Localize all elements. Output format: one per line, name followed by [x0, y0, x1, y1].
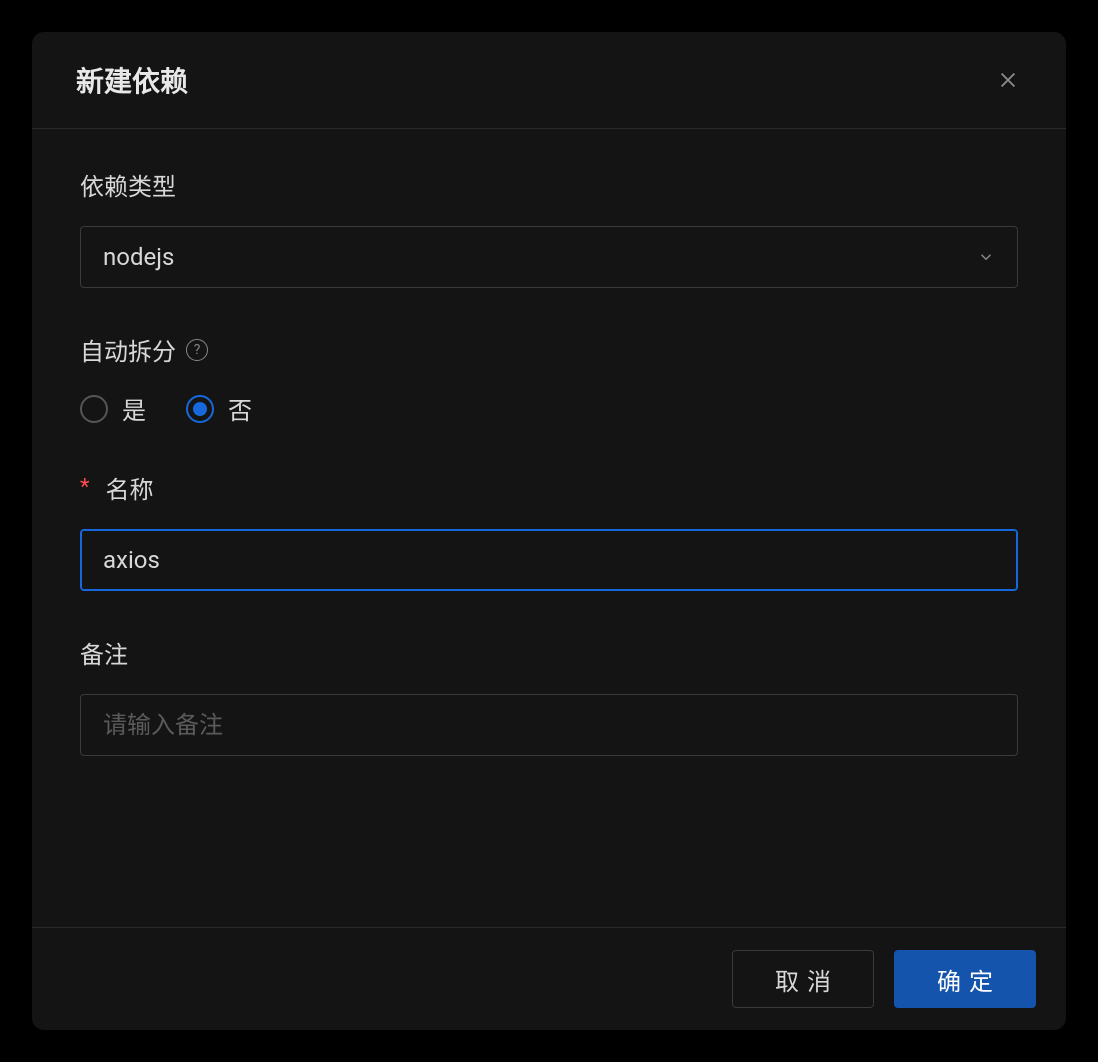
close-button[interactable]: [994, 66, 1022, 94]
field-remark: 备注: [80, 635, 1018, 756]
auto-split-label-text: 自动拆分: [80, 332, 176, 367]
auto-split-label: 自动拆分 ?: [80, 332, 1018, 367]
required-asterisk: *: [80, 475, 89, 500]
name-label: * 名称: [80, 470, 1018, 505]
remark-label: 备注: [80, 635, 1018, 670]
dependency-type-value: nodejs: [103, 243, 174, 271]
radio-no-label: 否: [228, 391, 252, 426]
dialog-footer: 取消 确定: [32, 927, 1066, 1030]
dependency-type-select[interactable]: nodejs: [80, 226, 1018, 288]
dialog-body: 依赖类型 nodejs 自动拆分 ? 是: [32, 129, 1066, 927]
remark-input[interactable]: [80, 694, 1018, 756]
dialog-title: 新建依赖: [76, 60, 188, 100]
name-label-text: 名称: [105, 470, 153, 505]
create-dependency-dialog: 新建依赖 依赖类型 nodejs 自动拆分 ?: [32, 32, 1066, 1030]
field-name: * 名称: [80, 470, 1018, 591]
field-auto-split: 自动拆分 ? 是 否: [80, 332, 1018, 426]
help-icon[interactable]: ?: [186, 339, 208, 361]
radio-yes[interactable]: 是: [80, 391, 146, 426]
radio-no-dot: [193, 402, 207, 416]
dialog-header: 新建依赖: [32, 32, 1066, 129]
radio-no[interactable]: 否: [186, 391, 252, 426]
confirm-button[interactable]: 确定: [894, 950, 1036, 1008]
radio-yes-circle: [80, 395, 108, 423]
dependency-type-label: 依赖类型: [80, 167, 1018, 202]
close-icon: [997, 69, 1019, 91]
radio-no-circle: [186, 395, 214, 423]
cancel-button[interactable]: 取消: [732, 950, 874, 1008]
radio-yes-label: 是: [122, 391, 146, 426]
chevron-down-icon: [977, 248, 995, 266]
auto-split-radio-group: 是 否: [80, 391, 1018, 426]
field-dependency-type: 依赖类型 nodejs: [80, 167, 1018, 288]
name-input[interactable]: [80, 529, 1018, 591]
